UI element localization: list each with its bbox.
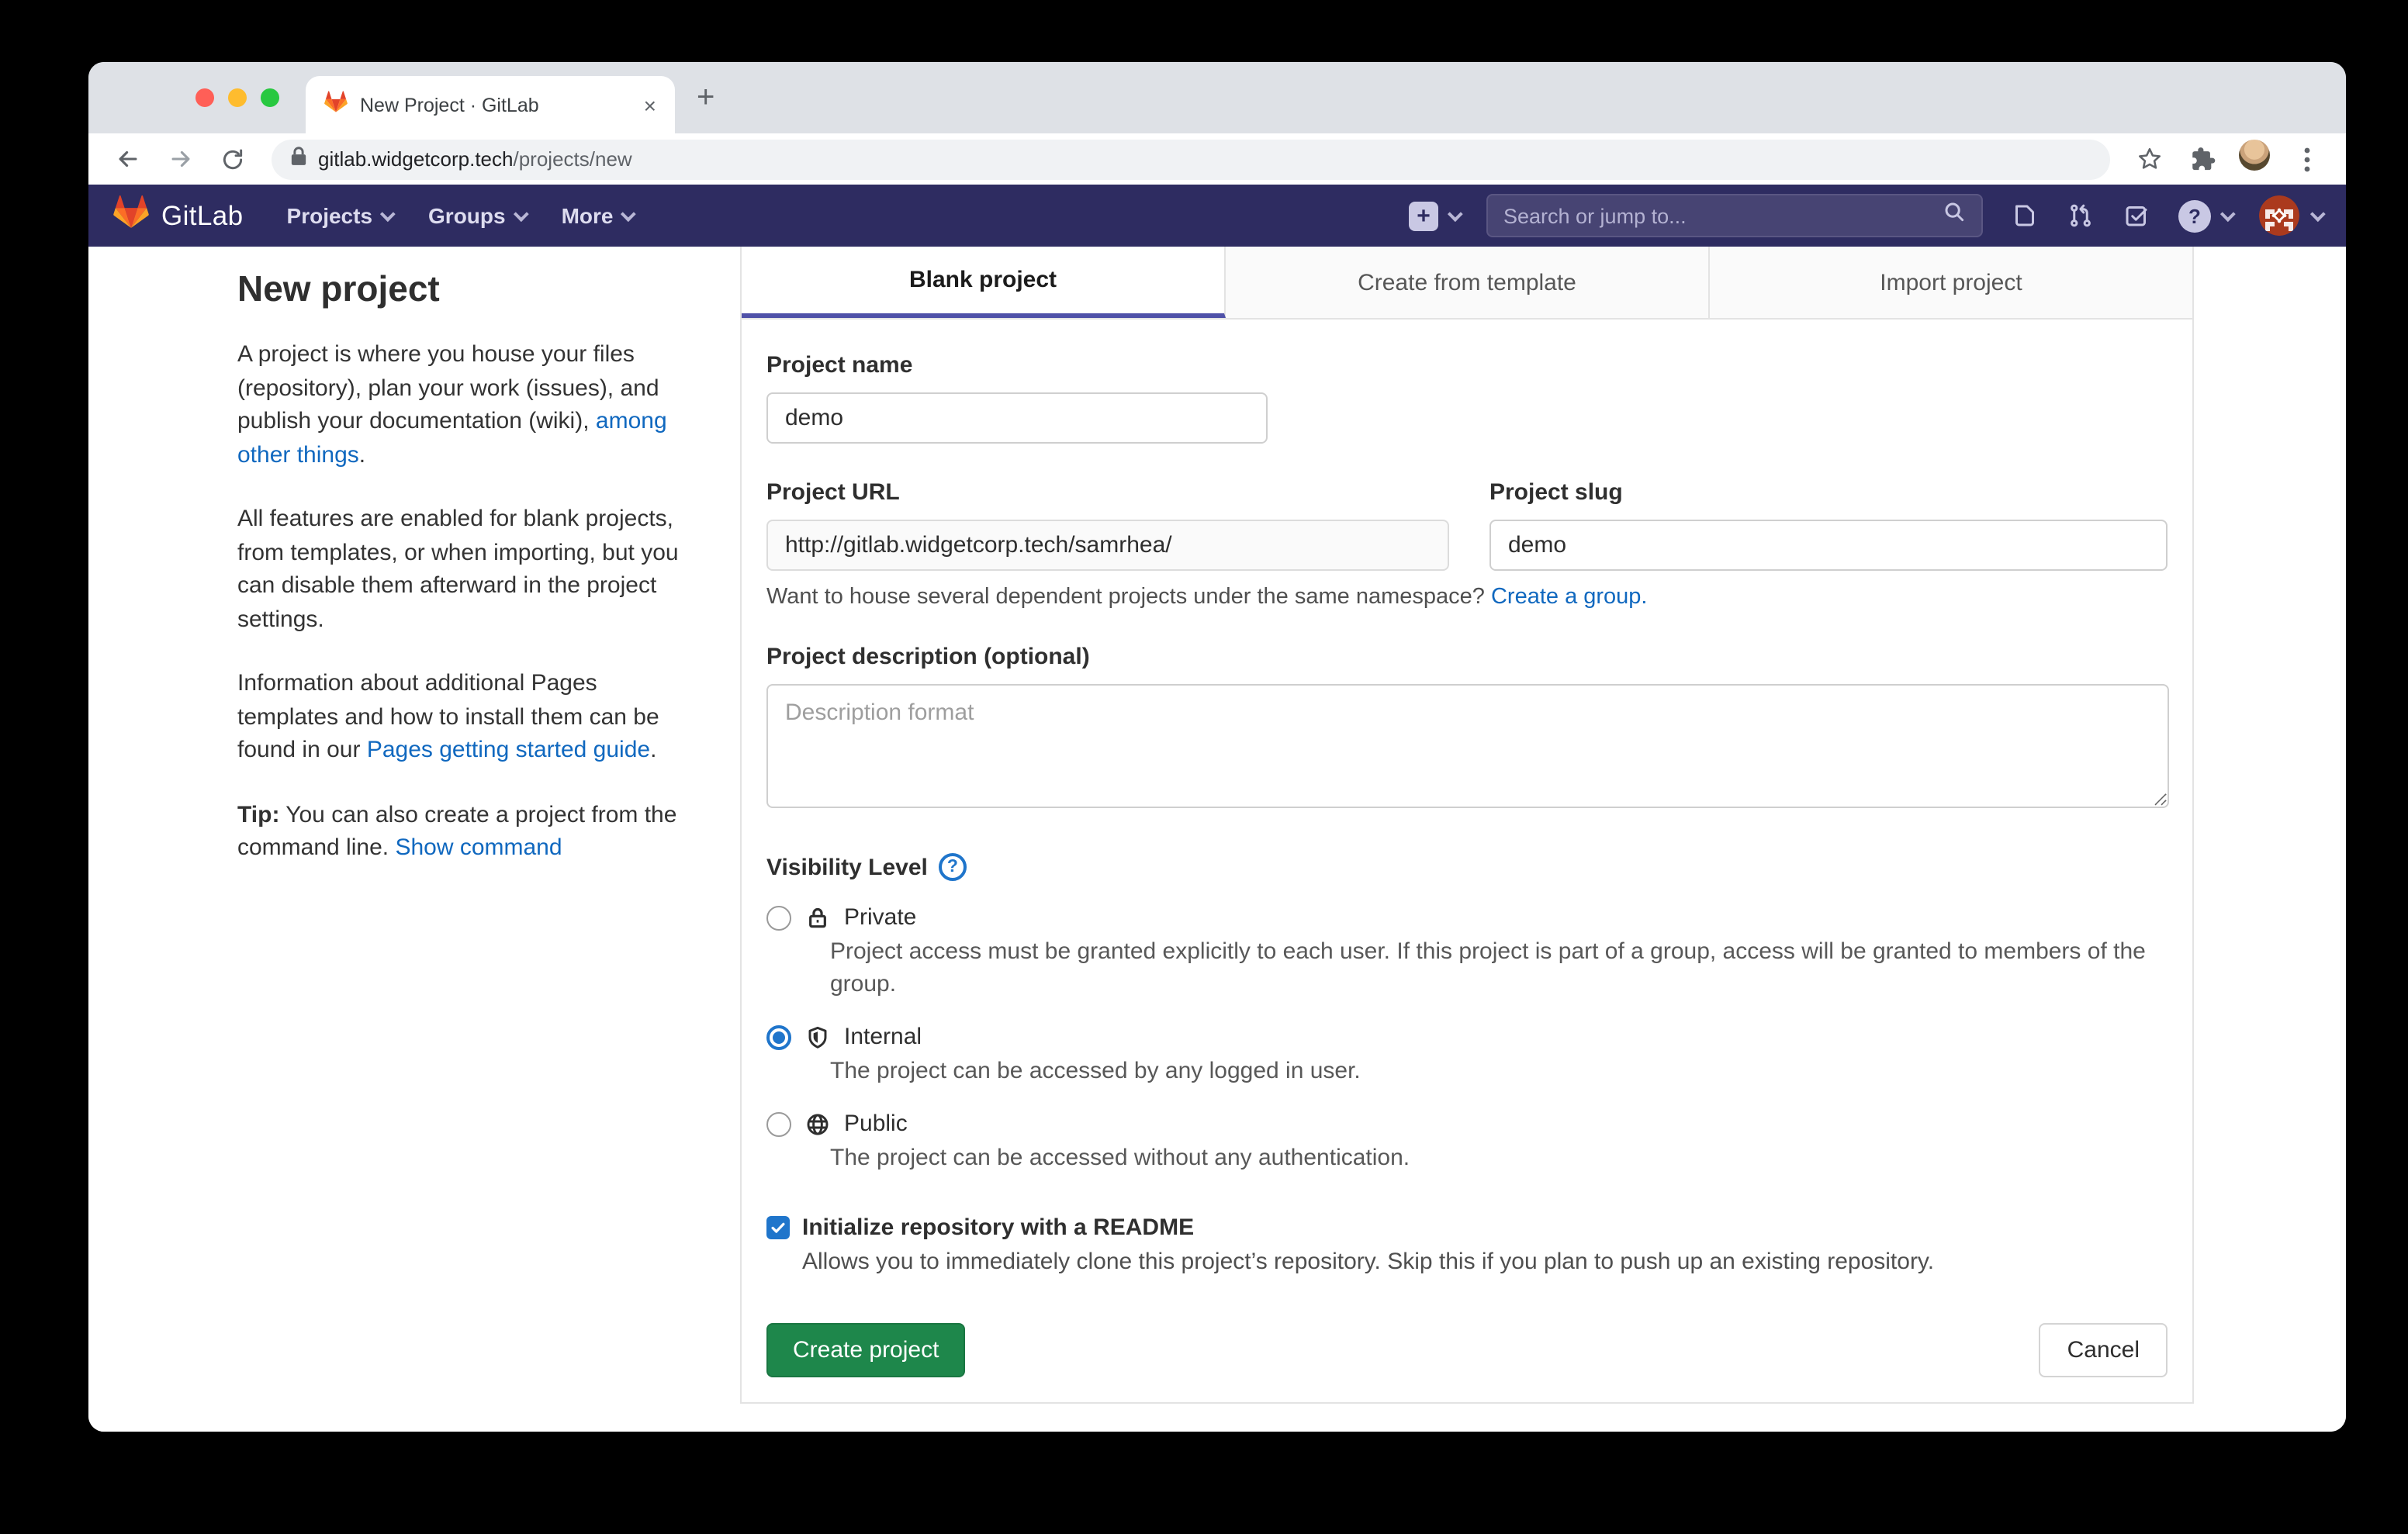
visibility-option-internal: Internal The project can be accessed by … xyxy=(766,1024,2168,1087)
namespace-helper-text: Want to house several dependent projects… xyxy=(766,585,2168,610)
todos-icon[interactable] xyxy=(2123,202,2150,230)
tab-import-project[interactable]: Import project xyxy=(1710,247,2192,318)
url-bar[interactable]: gitlab.widgetcorp.tech/projects/new xyxy=(272,139,2110,179)
visibility-option-public: Public The project can be accessed witho… xyxy=(766,1111,2168,1174)
gitlab-navbar: GitLab Projects Groups More + xyxy=(88,185,2346,247)
search-input[interactable] xyxy=(1503,204,1943,227)
page-content: New project A project is where you house… xyxy=(88,247,2346,1432)
internal-radio[interactable] xyxy=(766,1024,791,1049)
chevron-down-icon xyxy=(621,206,636,221)
private-label[interactable]: Private xyxy=(844,904,916,931)
project-url-input[interactable] xyxy=(766,520,1449,571)
browser-toolbar: gitlab.widgetcorp.tech/projects/new xyxy=(88,133,2346,185)
private-description: Project access must be granted explicitl… xyxy=(830,935,2164,1000)
page-title: New project xyxy=(237,268,690,310)
minimize-window-button[interactable] xyxy=(228,88,247,107)
tab-blank-project[interactable]: Blank project xyxy=(742,247,1226,318)
visibility-option-private: Private Project access must be granted e… xyxy=(766,904,2168,1000)
nav-menu-more[interactable]: More xyxy=(562,203,632,228)
show-command-link[interactable]: Show command xyxy=(395,834,562,861)
project-description-label: Project description (optional) xyxy=(766,644,2168,670)
project-type-tabs: Blank project Create from template Impor… xyxy=(742,247,2192,320)
tab-create-from-template[interactable]: Create from template xyxy=(1226,247,1710,318)
project-description-textarea[interactable] xyxy=(766,684,2169,808)
forward-icon[interactable] xyxy=(154,146,206,172)
sidebar-tip: Tip: You can also create a project from … xyxy=(237,798,690,865)
internal-description: The project can be accessed by any logge… xyxy=(830,1055,2164,1087)
help-icon: ? xyxy=(2178,199,2211,232)
gitlab-wordmark: GitLab xyxy=(161,199,244,232)
visibility-help-icon[interactable]: ? xyxy=(939,853,967,881)
url-host: gitlab.widgetcorp.tech xyxy=(318,147,514,170)
tip-label: Tip: xyxy=(237,801,279,827)
nav-menu-projects[interactable]: Projects xyxy=(287,203,392,228)
project-url-label: Project URL xyxy=(766,479,1449,506)
gitlab-logo[interactable]: GitLab xyxy=(113,194,244,237)
user-avatar xyxy=(2259,195,2299,236)
sidebar-paragraph: A project is where you house your files … xyxy=(237,338,690,472)
new-menu-button[interactable]: + xyxy=(1409,201,1458,230)
url-path: /projects/new xyxy=(514,147,632,170)
bookmark-star-icon[interactable] xyxy=(2123,146,2175,172)
lock-icon xyxy=(805,905,830,930)
gitlab-tanuki-icon xyxy=(113,194,149,237)
chevron-down-icon xyxy=(1448,206,1463,221)
sidebar-paragraph: All features are enabled for blank proje… xyxy=(237,503,690,636)
browser-window: New Project · GitLab × + gitlab.widgetco… xyxy=(88,62,2346,1432)
tab-close-icon[interactable]: × xyxy=(644,92,656,117)
help-menu-button[interactable]: ? xyxy=(2178,199,2231,232)
pages-guide-link[interactable]: Pages getting started guide xyxy=(367,737,650,763)
readme-description: Allows you to immediately clone this pro… xyxy=(802,1249,2168,1275)
merge-requests-icon[interactable] xyxy=(2067,202,2095,230)
project-name-label: Project name xyxy=(766,352,2168,378)
extensions-puzzle-icon[interactable] xyxy=(2175,146,2228,172)
public-label[interactable]: Public xyxy=(844,1111,908,1137)
chevron-down-icon xyxy=(2220,206,2236,221)
back-icon[interactable] xyxy=(101,146,154,172)
private-radio[interactable] xyxy=(766,905,791,930)
sidebar-info: New project A project is where you house… xyxy=(237,247,690,896)
chevron-down-icon xyxy=(380,206,396,221)
gitlab-favicon-icon xyxy=(324,89,348,120)
user-menu-button[interactable] xyxy=(2259,195,2321,236)
close-window-button[interactable] xyxy=(195,88,214,107)
zoom-window-button[interactable] xyxy=(261,88,279,107)
chevron-down-icon xyxy=(514,206,529,221)
screen: New Project · GitLab × + gitlab.widgetco… xyxy=(0,0,2408,1534)
readme-checkbox[interactable] xyxy=(766,1216,790,1239)
chevron-down-icon xyxy=(2310,206,2326,221)
create-group-link[interactable]: Create a group. xyxy=(1491,585,1648,610)
reload-icon[interactable] xyxy=(206,147,259,171)
create-project-button[interactable]: Create project xyxy=(766,1323,965,1377)
globe-icon xyxy=(805,1111,830,1136)
browser-tabstrip: New Project · GitLab × + xyxy=(88,62,2346,133)
public-description: The project can be accessed without any … xyxy=(830,1142,2164,1174)
tab-title: New Project · GitLab xyxy=(360,94,631,116)
issues-icon[interactable] xyxy=(2011,202,2039,230)
browser-menu-icon[interactable] xyxy=(2281,147,2334,171)
sidebar-paragraph: Information about additional Pages templ… xyxy=(237,667,690,767)
cancel-button[interactable]: Cancel xyxy=(2040,1323,2168,1377)
project-name-input[interactable] xyxy=(766,392,1268,444)
browser-tab[interactable]: New Project · GitLab × xyxy=(306,76,675,133)
internal-label[interactable]: Internal xyxy=(844,1024,922,1050)
search-box[interactable] xyxy=(1486,194,1983,237)
new-project-panel: Blank project Create from template Impor… xyxy=(740,247,2194,1404)
readme-label[interactable]: Initialize repository with a README xyxy=(802,1214,1194,1241)
project-slug-input[interactable] xyxy=(1489,520,2168,571)
public-radio[interactable] xyxy=(766,1111,791,1136)
project-slug-label: Project slug xyxy=(1489,479,2168,506)
search-icon xyxy=(1943,200,1966,231)
browser-profile-avatar[interactable] xyxy=(2228,140,2281,178)
new-tab-button[interactable]: + xyxy=(697,81,714,116)
shield-icon xyxy=(805,1024,830,1049)
lock-icon xyxy=(290,145,307,173)
plus-icon: + xyxy=(1409,201,1438,230)
visibility-level-label: Visibility Level xyxy=(766,854,928,880)
blank-project-form: Project name Project URL Project slug Wa… xyxy=(742,320,2192,1402)
nav-menu-groups[interactable]: Groups xyxy=(428,203,524,228)
